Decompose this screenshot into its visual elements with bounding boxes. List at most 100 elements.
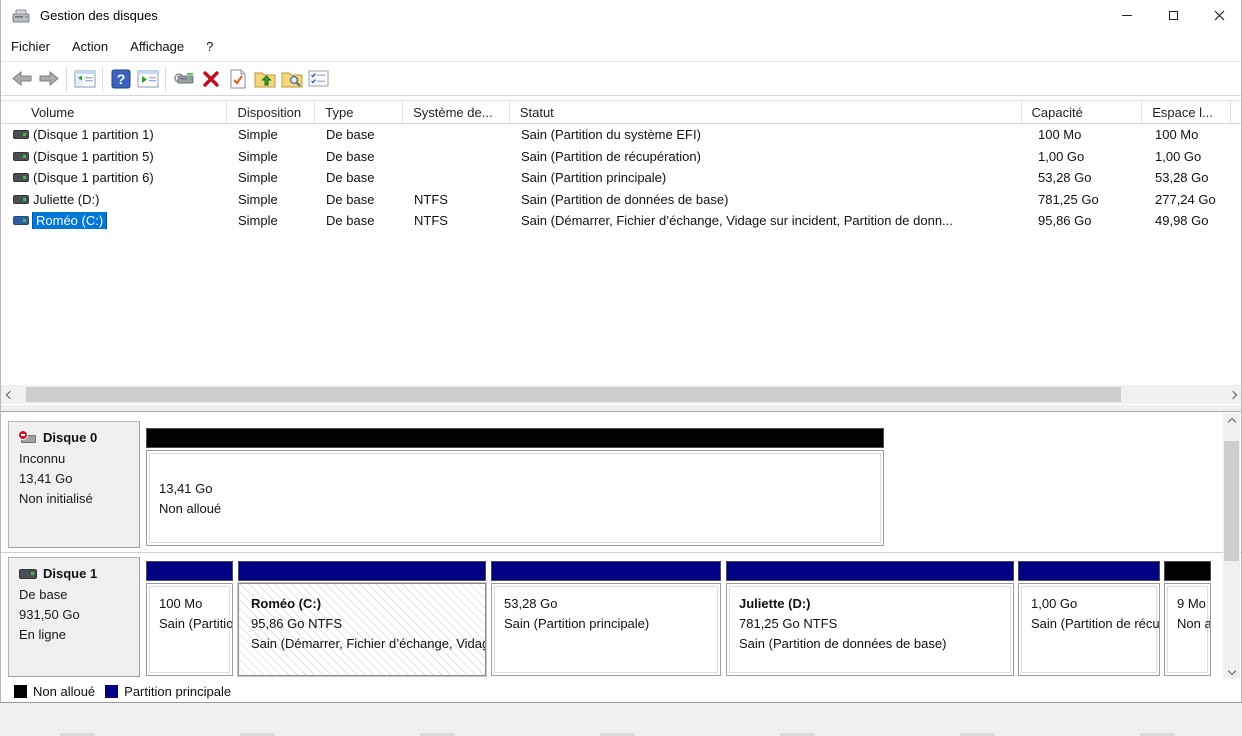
pane-splitter[interactable] xyxy=(0,404,1242,412)
column-header-capacite[interactable]: Capacité xyxy=(1022,101,1143,123)
toolbar-separator xyxy=(102,67,103,91)
partition-principale-block[interactable]: 53,28 Go Sain (Partition principale) xyxy=(490,560,722,677)
menu-action[interactable]: Action xyxy=(61,35,119,58)
disk0-unallocated-block[interactable]: 13,41 Go Non alloué xyxy=(145,427,885,546)
volume-disk-icon xyxy=(13,173,29,182)
volume-name: (Disque 1 partition 5) xyxy=(33,149,154,164)
disk0-label-box[interactable]: Disque 0 Inconnu 13,41 Go Non initialisé xyxy=(8,421,140,548)
volume-name: (Disque 1 partition 6) xyxy=(33,170,154,185)
export-list-button[interactable] xyxy=(251,66,278,92)
background-area xyxy=(0,703,1242,736)
disk1-type: De base xyxy=(19,585,139,605)
disk0-block-size: 13,41 Go xyxy=(159,479,883,499)
minimize-button[interactable] xyxy=(1104,0,1150,30)
find-button[interactable] xyxy=(278,66,305,92)
partition-status: Sain (Partition du système EFI) xyxy=(159,614,232,634)
partition-juliette-block[interactable]: Juliette (D:) 781,25 Go NTFS Sain (Parti… xyxy=(725,560,1015,677)
console-tree-button[interactable] xyxy=(71,66,98,92)
volume-type: De base xyxy=(316,149,404,164)
forward-button[interactable] xyxy=(35,66,62,92)
column-header-type[interactable]: Type xyxy=(315,101,403,123)
partition-size: 53,28 Go xyxy=(504,594,720,614)
partition-unallocated-body: 9 Mo Non alloué xyxy=(1164,583,1211,676)
volume-filesystem: NTFS xyxy=(404,192,511,207)
legend-primary-swatch xyxy=(105,685,118,698)
volume-row-disque1-partition6[interactable]: (Disque 1 partition 6) Simple De base Sa… xyxy=(1,167,1241,189)
close-button[interactable] xyxy=(1196,0,1242,30)
scroll-right-arrow-icon[interactable] xyxy=(1224,385,1241,404)
partition-romeo-block-selected[interactable]: Roméo (C:) 95,86 Go NTFS Sain (Démarrer,… xyxy=(237,560,487,677)
horizontal-scrollbar-thumb[interactable] xyxy=(26,387,1121,402)
checklist-icon xyxy=(308,70,329,87)
horizontal-scrollbar[interactable] xyxy=(1,385,1241,404)
maximize-icon xyxy=(1169,11,1178,20)
app-disk-icon xyxy=(12,7,32,23)
column-header-systeme[interactable]: Système de... xyxy=(403,101,510,123)
help-icon: ? xyxy=(111,69,131,89)
window-border-left xyxy=(0,0,1,703)
legend-bar: Non alloué Partition principale xyxy=(1,681,1241,702)
partition-principale-bar xyxy=(491,561,721,581)
back-icon xyxy=(11,71,33,86)
volume-free-space: 1,00 Go xyxy=(1145,149,1234,164)
partition-status: Sain (Partition de récupération) xyxy=(1031,614,1159,634)
volume-type: De base xyxy=(316,127,404,142)
action-pane-button[interactable] xyxy=(134,66,161,92)
volume-row-juliette[interactable]: Juliette (D:) Simple De base NTFS Sain (… xyxy=(1,189,1241,211)
disk0-type: Inconnu xyxy=(19,449,139,469)
forward-icon xyxy=(38,71,60,86)
volume-disk-icon xyxy=(13,195,29,204)
vertical-scrollbar[interactable] xyxy=(1223,413,1240,679)
delete-volume-button[interactable] xyxy=(197,66,224,92)
back-button[interactable] xyxy=(8,66,35,92)
volume-row-disque1-partition5[interactable]: (Disque 1 partition 5) Simple De base Sa… xyxy=(1,146,1241,168)
checklist-button[interactable] xyxy=(305,66,332,92)
disk1-label-box[interactable]: Disque 1 De base 931,50 Go En ligne xyxy=(8,557,140,677)
help-button[interactable]: ? xyxy=(107,66,134,92)
scroll-left-arrow-icon[interactable] xyxy=(1,385,18,404)
column-header-espace[interactable]: Espace l... xyxy=(1142,101,1231,123)
volume-row-disque1-partition1[interactable]: (Disque 1 partition 1) Simple De base Sa… xyxy=(1,124,1241,146)
menu-bar: Fichier Action Affichage ? xyxy=(0,32,1242,60)
volume-row-romeo-selected[interactable]: Roméo (C:) Simple De base NTFS Sain (Dém… xyxy=(1,210,1241,232)
toolbar-separator xyxy=(165,67,166,91)
disk-management-window: Gestion des disques Fichier Action Affic… xyxy=(0,0,1242,703)
column-header-disposition[interactable]: Disposition xyxy=(227,101,315,123)
partition-unallocated-block[interactable]: 9 Mo Non alloué xyxy=(1163,560,1212,677)
scroll-down-arrow-icon[interactable] xyxy=(1223,662,1240,679)
volume-disposition: Simple xyxy=(228,170,316,185)
properties-button[interactable] xyxy=(224,66,251,92)
partition-principale-body: 53,28 Go Sain (Partition principale) xyxy=(491,583,721,676)
column-header-statut[interactable]: Statut xyxy=(510,101,1022,123)
legend-unallocated-label: Non alloué xyxy=(33,684,95,699)
volume-list: Volume Disposition Type Système de... St… xyxy=(1,100,1241,385)
volume-status: Sain (Partition de récupération) xyxy=(511,149,1024,164)
rescan-disks-button[interactable] xyxy=(170,66,197,92)
scroll-up-arrow-icon[interactable] xyxy=(1223,413,1240,430)
volume-disk-icon xyxy=(13,216,29,225)
menu-fichier[interactable]: Fichier xyxy=(0,35,61,58)
partition-romeo-body: Roméo (C:) 95,86 Go NTFS Sain (Démarrer,… xyxy=(238,583,486,676)
partition-efi-block[interactable]: 100 Mo Sain (Partition du système EFI) xyxy=(145,560,234,677)
volume-free-space: 277,24 Go xyxy=(1145,192,1234,207)
menu-aide[interactable]: ? xyxy=(195,35,224,58)
column-header-volume[interactable]: Volume xyxy=(1,101,227,123)
column-header-filler xyxy=(1231,101,1241,123)
disk-graphical-pane: Disque 0 Inconnu 13,41 Go Non initialisé… xyxy=(1,412,1241,681)
volume-free-space: 49,98 Go xyxy=(1145,213,1234,228)
volume-capacity: 1,00 Go xyxy=(1024,149,1145,164)
vertical-scrollbar-thumb[interactable] xyxy=(1224,441,1239,561)
menu-affichage[interactable]: Affichage xyxy=(119,35,195,58)
volume-type: De base xyxy=(316,213,404,228)
volume-disk-icon xyxy=(13,130,29,139)
volume-list-header: Volume Disposition Type Système de... St… xyxy=(1,100,1241,124)
volume-status: Sain (Partition de données de base) xyxy=(511,192,1024,207)
volume-type: De base xyxy=(316,192,404,207)
maximize-button[interactable] xyxy=(1150,0,1196,30)
partition-status: Sain (Partition de données de base) xyxy=(739,634,1013,654)
partition-status: Sain (Démarrer, Fichier d’échange, Vidag… xyxy=(251,634,485,654)
partition-efi-bar xyxy=(146,561,233,581)
volume-capacity: 53,28 Go xyxy=(1024,170,1145,185)
partition-recuperation-block[interactable]: 1,00 Go Sain (Partition de récupération) xyxy=(1017,560,1161,677)
window-title: Gestion des disques xyxy=(40,8,158,23)
